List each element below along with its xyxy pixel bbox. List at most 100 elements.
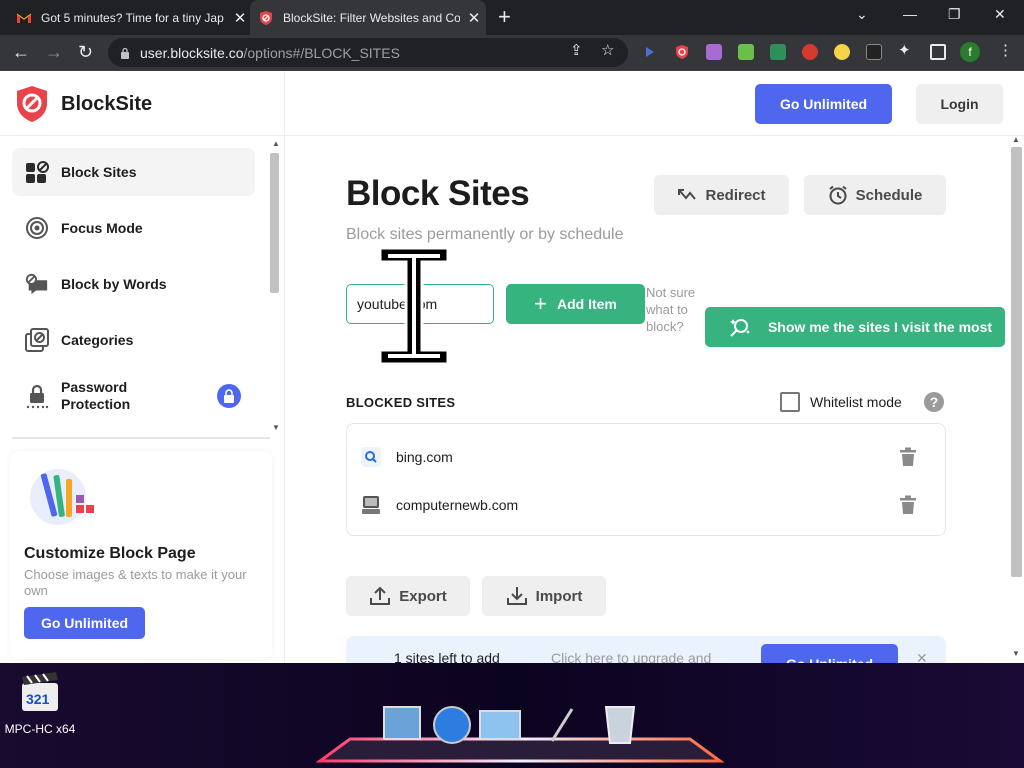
- login-button[interactable]: Login: [916, 84, 1003, 124]
- profile-avatar[interactable]: f: [960, 42, 980, 62]
- reload-icon[interactable]: ↻: [78, 41, 93, 63]
- forward-icon[interactable]: →: [45, 41, 63, 63]
- star-icon[interactable]: ☆: [601, 41, 614, 59]
- list-item: computernewb.com: [359, 493, 933, 517]
- extension-purple-icon[interactable]: [706, 44, 722, 60]
- redirect-button[interactable]: Redirect: [654, 175, 789, 215]
- tab-title: BlockSite: Filter Websites and Cor: [283, 10, 460, 25]
- address-bar[interactable]: user.blocksite.co/options#/BLOCK_SITES: [108, 38, 628, 67]
- scroll-down-arrow-icon[interactable]: ▼: [272, 423, 280, 432]
- show-most-visited-button[interactable]: Show me the sites I visit the most: [705, 307, 1005, 347]
- menu-kebab-icon[interactable]: ⋮: [998, 41, 1013, 59]
- redirect-arrow-icon: [677, 187, 697, 203]
- close-tab-icon[interactable]: ✕: [232, 9, 248, 27]
- scroll-up-arrow-icon[interactable]: ▲: [1012, 135, 1020, 144]
- sidebar-item-password-protection[interactable]: Password Protection: [12, 372, 255, 420]
- page-scrollbar[interactable]: ▲ ▼: [1009, 135, 1024, 663]
- block-words-icon: [25, 272, 49, 296]
- extension-photo-icon[interactable]: [770, 44, 786, 60]
- mpc-hc-shortcut[interactable]: 321 MPC-HC x64: [4, 671, 76, 736]
- sidebar-item-block-sites[interactable]: Block Sites: [12, 148, 255, 196]
- go-unlimited-button[interactable]: Go Unlimited: [755, 84, 892, 124]
- tab-search-icon[interactable]: ⌄: [856, 6, 868, 23]
- extension-emoji-icon[interactable]: [834, 44, 850, 60]
- extension-red-icon[interactable]: [802, 44, 818, 60]
- banner-go-unlimited-button[interactable]: Go Unlimited: [761, 644, 898, 663]
- sidebar-item-label: Password Protection: [61, 379, 131, 412]
- new-tab-icon[interactable]: +: [498, 6, 511, 28]
- card-go-unlimited-button[interactable]: Go Unlimited: [24, 607, 145, 639]
- export-button[interactable]: Export: [346, 576, 470, 616]
- palette-illustration-icon: [30, 469, 94, 525]
- scrollbar-thumb[interactable]: [270, 153, 279, 293]
- sidebar-item-label: Categories: [61, 331, 134, 348]
- import-button[interactable]: Import: [482, 576, 606, 616]
- share-icon[interactable]: ⇪: [570, 41, 583, 59]
- close-banner-icon[interactable]: ✕: [916, 650, 928, 663]
- close-tab-icon[interactable]: ✕: [466, 9, 482, 27]
- download-icon: [506, 586, 528, 606]
- card-description: Choose images & texts to make it your ow…: [24, 567, 247, 598]
- import-label: Import: [535, 587, 583, 605]
- divider: [285, 135, 1024, 136]
- help-icon[interactable]: ?: [924, 392, 944, 412]
- trash-icon[interactable]: [899, 495, 917, 515]
- tab-title: Got 5 minutes? Time for a tiny Jap: [41, 10, 224, 25]
- dock-bar: [315, 706, 725, 763]
- whitelist-checkbox[interactable]: [780, 392, 800, 412]
- page-subtitle: Block sites permanently or by schedule: [346, 226, 624, 243]
- brand: BlockSite: [13, 84, 152, 124]
- restore-icon[interactable]: ❐: [948, 6, 961, 23]
- add-item-button[interactable]: + Add Item: [506, 284, 645, 324]
- focus-mode-icon: [25, 216, 49, 240]
- blocked-site-domain: computernewb.com: [396, 497, 519, 513]
- browser-toolbar: ← → ↻ user.blocksite.co/options#/BLOCK_S…: [0, 35, 1024, 71]
- scroll-up-arrow-icon[interactable]: ▲: [272, 139, 280, 148]
- extensions-puzzle-icon[interactable]: ✦: [898, 41, 911, 59]
- bing-search-icon: [359, 445, 383, 469]
- sidebar-item-block-by-words[interactable]: Block by Words: [12, 260, 255, 308]
- redirect-label: Redirect: [705, 186, 766, 204]
- sidebar-item-categories[interactable]: Categories: [12, 316, 255, 364]
- mpc-hc-label: MPC-HC x64: [4, 722, 76, 736]
- whitelist-label: Whitelist mode: [810, 394, 902, 410]
- sidebar-item-focus-mode[interactable]: Focus Mode: [12, 204, 255, 252]
- tab-strip: Got 5 minutes? Time for a tiny Jap ✕ Blo…: [0, 0, 1024, 35]
- tab-blocksite[interactable]: BlockSite: Filter Websites and Cor ✕: [250, 0, 486, 35]
- search-sparkle-icon: [729, 316, 751, 338]
- dock-safari-icon[interactable]: [433, 706, 471, 744]
- scrollbar-thumb[interactable]: [1011, 147, 1022, 577]
- upgrade-hint[interactable]: Click here to upgrade and: [551, 650, 711, 663]
- dock-pen-icon[interactable]: [550, 708, 574, 742]
- back-icon[interactable]: ←: [12, 41, 30, 63]
- blocked-sites-header: BLOCKED SITES: [346, 395, 456, 410]
- premium-lock-badge-icon: [217, 384, 241, 408]
- tab-gmail[interactable]: Got 5 minutes? Time for a tiny Jap ✕: [16, 0, 248, 35]
- blocksite-page: BlockSite Block Sites Focus Mode Block b…: [0, 71, 1024, 663]
- lock-icon: [25, 384, 49, 409]
- mpc-hc-clapper-icon: 321: [22, 672, 58, 711]
- extension-green-icon[interactable]: [738, 44, 754, 60]
- blocksite-tab-icon: [258, 10, 274, 26]
- card-title: Customize Block Page: [24, 545, 196, 562]
- schedule-button[interactable]: Schedule: [804, 175, 946, 215]
- extension-blocksite-icon[interactable]: [674, 44, 690, 60]
- sidebar-scrollbar[interactable]: ▲ ▼: [268, 139, 281, 435]
- divider: [12, 437, 270, 439]
- export-label: Export: [399, 587, 447, 605]
- block-sites-icon: [25, 160, 49, 184]
- list-item: bing.com: [359, 445, 933, 469]
- blocked-sites-list: bing.com computernewb.com: [346, 423, 946, 536]
- sites-left-text: 1 sites left to add: [394, 650, 500, 663]
- dock-finder-icon[interactable]: [479, 710, 521, 740]
- minimize-icon[interactable]: —: [903, 6, 917, 22]
- extension-play-icon[interactable]: [642, 44, 658, 60]
- close-window-icon[interactable]: ✕: [994, 6, 1006, 23]
- dock-photo-icon[interactable]: [383, 706, 421, 740]
- scroll-down-arrow-icon[interactable]: ▼: [1012, 649, 1020, 658]
- url-host: user.blocksite.co: [140, 44, 244, 61]
- dock-trash-icon[interactable]: [604, 706, 636, 744]
- side-panel-icon[interactable]: [930, 44, 946, 60]
- extension-pixel-icon[interactable]: [866, 44, 882, 60]
- trash-icon[interactable]: [899, 447, 917, 467]
